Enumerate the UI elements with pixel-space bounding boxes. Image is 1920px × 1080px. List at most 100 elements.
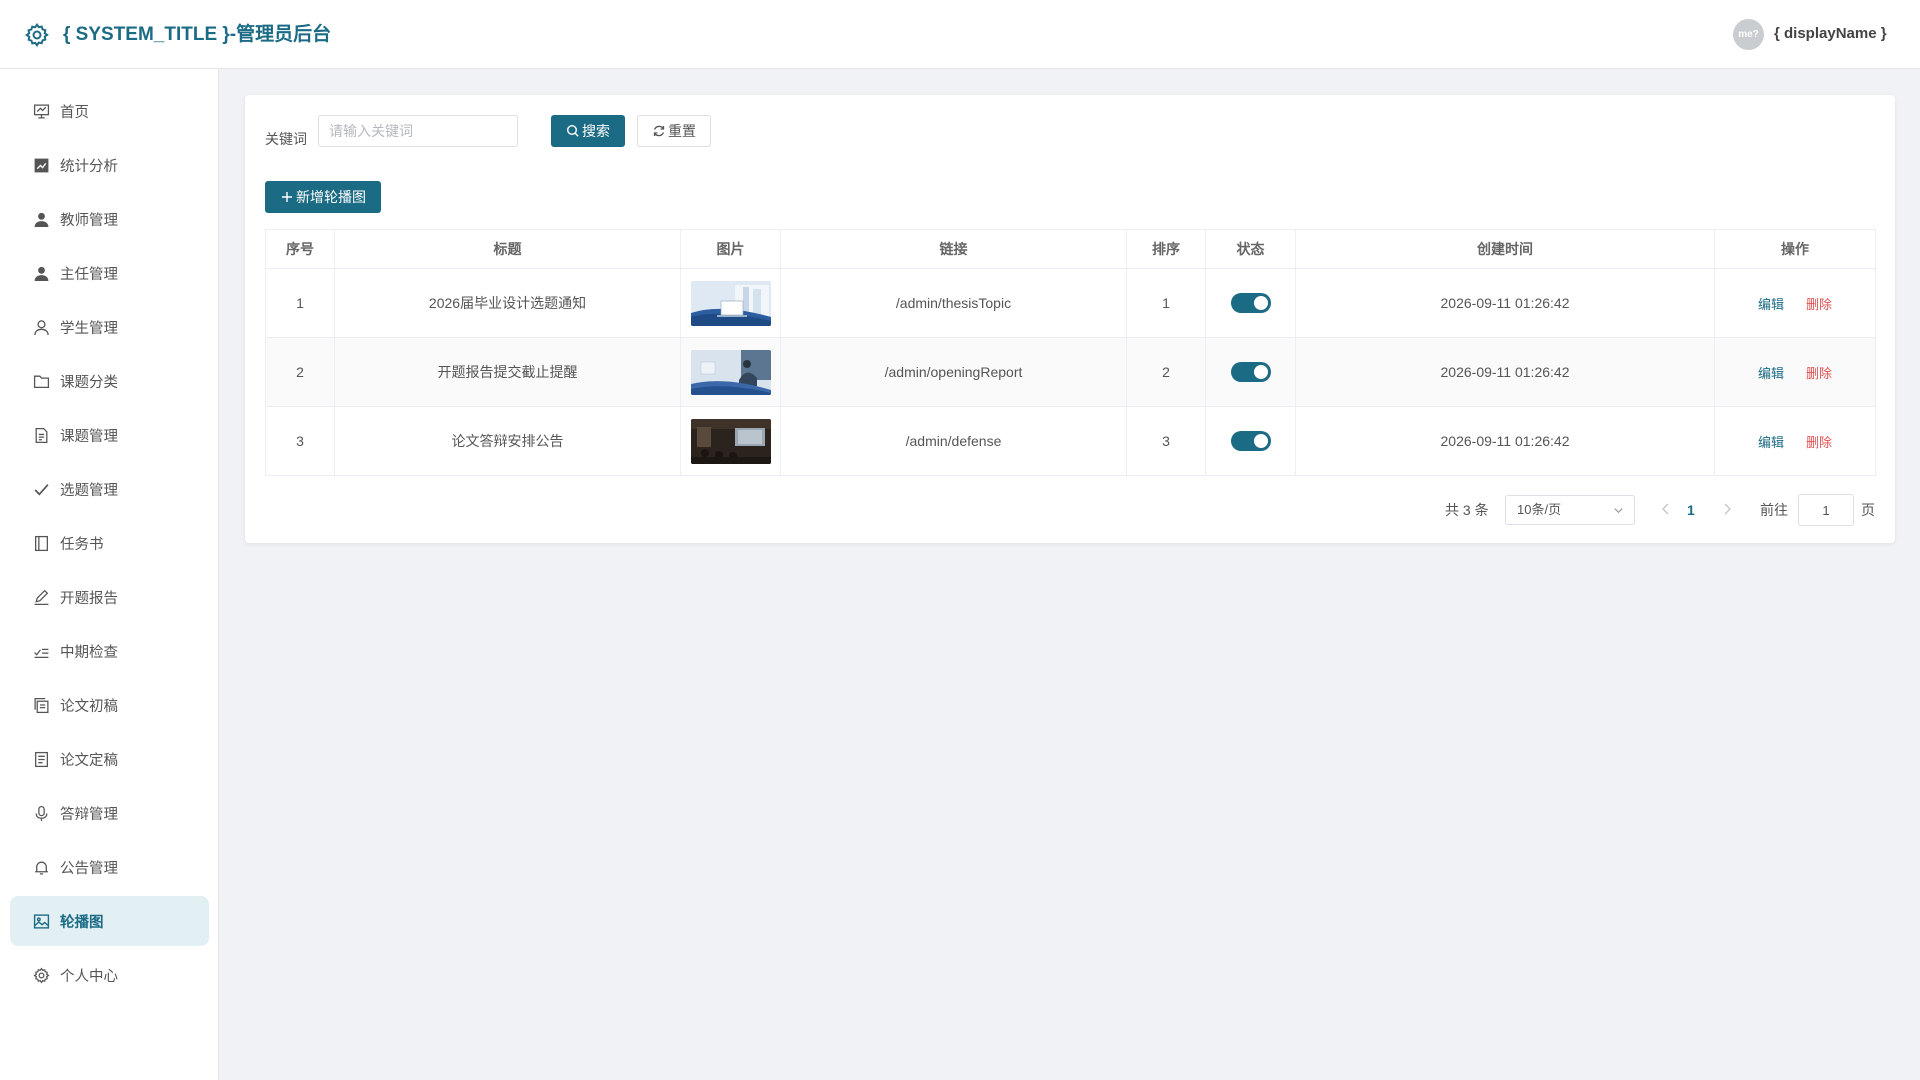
column-header: 链接 (780, 229, 1127, 269)
cell-title: 开题报告提交截止提醒 (334, 337, 681, 407)
sidebar-item-label: 轮播图 (60, 914, 104, 931)
cell-index: 2 (265, 337, 335, 407)
delete-link[interactable]: 删除 (1806, 366, 1832, 381)
top-header: { SYSTEM_TITLE }-管理员后台 me? { displayName… (0, 0, 1920, 69)
sidebar: 首页 统计分析 教师管理 主任管理 学生管理 课题分类 课题管理 选题管理 任务… (0, 69, 219, 1080)
setting-icon (33, 966, 50, 984)
cell-index: 3 (265, 406, 335, 476)
table-header-row: 序号 标题 图片 链接 排序 状态 创建时间 操作 (265, 229, 1876, 269)
sidebar-item-label: 开题报告 (60, 590, 118, 607)
document-icon (35, 427, 48, 443)
cell-link: /admin/openingReport (780, 337, 1127, 407)
user-icon (34, 212, 49, 227)
sidebar-item-label: 任务书 (60, 536, 104, 553)
cell-status (1205, 268, 1296, 338)
edit-link[interactable]: 编辑 (1758, 435, 1784, 450)
column-header: 标题 (334, 229, 681, 269)
avatar[interactable]: me? (1733, 19, 1764, 50)
cell-status (1205, 406, 1296, 476)
status-toggle[interactable] (1230, 293, 1271, 313)
edit-link[interactable]: 编辑 (1758, 366, 1784, 381)
sidebar-item-label: 主任管理 (60, 266, 118, 283)
bell-icon (35, 861, 48, 875)
dashboard-icon (33, 103, 50, 119)
edit-pen-icon (34, 589, 49, 605)
column-header: 序号 (265, 229, 335, 269)
microphone-icon (35, 805, 48, 821)
sidebar-item-label: 个人中心 (60, 968, 118, 985)
sidebar-item-home[interactable]: 首页 (10, 86, 209, 136)
column-header: 排序 (1126, 229, 1206, 269)
delete-link[interactable]: 删除 (1806, 435, 1832, 450)
toggle-knob (1253, 365, 1268, 379)
column-header: 状态 (1205, 229, 1296, 269)
office-laptop-thumbnail[interactable] (690, 280, 771, 326)
sidebar-item-carousel[interactable]: 轮播图 (10, 896, 209, 946)
column-header: 创建时间 (1295, 229, 1715, 269)
cell-sort: 3 (1126, 406, 1206, 476)
search-button[interactable]: 搜索 (551, 115, 625, 147)
cell-actions: 编辑 删除 (1714, 406, 1876, 476)
toggle-knob (1253, 296, 1268, 310)
chevron-right-icon[interactable] (1719, 500, 1735, 518)
search-icon (566, 124, 579, 137)
status-toggle[interactable] (1230, 431, 1271, 451)
cell-title: 2026届毕业设计选题通知 (334, 268, 681, 338)
gear-logo-icon (25, 23, 49, 48)
pagination-total: 共 3 条 (1445, 502, 1489, 518)
keyword-label: 关键词 (265, 131, 307, 147)
chart-icon (34, 158, 49, 172)
sidebar-item-profile[interactable]: 个人中心 (10, 950, 209, 1000)
sidebar-item-label: 课题管理 (60, 428, 118, 445)
sidebar-item-label: 中期检查 (60, 644, 118, 661)
app-title: { SYSTEM_TITLE }-管理员后台 (63, 24, 332, 45)
sidebar-item-midterm-check[interactable]: 中期检查 (10, 626, 209, 676)
cell-sort: 2 (1126, 337, 1206, 407)
status-toggle[interactable] (1230, 362, 1271, 382)
sidebar-item-teachers[interactable]: 教师管理 (10, 194, 209, 244)
add-carousel-button[interactable]: 新增轮播图 (265, 181, 381, 213)
cell-link: /admin/thesisTopic (780, 268, 1127, 338)
presentation-room-thumbnail[interactable] (690, 418, 771, 464)
sidebar-item-statistics[interactable]: 统计分析 (10, 140, 209, 190)
sidebar-item-topics[interactable]: 课题管理 (10, 410, 209, 460)
sidebar-item-task-book[interactable]: 任务书 (10, 518, 209, 568)
sidebar-item-label: 公告管理 (60, 860, 118, 877)
sidebar-item-label: 教师管理 (60, 212, 118, 229)
edit-link[interactable]: 编辑 (1758, 297, 1784, 312)
table-row: 3 论文答辩安排公告 /admin/defense 3 2026-09-11 0… (265, 406, 1876, 476)
goto-page-input[interactable] (1798, 494, 1854, 526)
notebook-icon (35, 535, 48, 551)
page-size-value: 10条/页 (1517, 502, 1562, 517)
page-size-select[interactable]: 10条/页 (1505, 495, 1635, 525)
cell-image (680, 268, 781, 338)
plus-icon (282, 192, 292, 202)
sidebar-item-selection[interactable]: 选题管理 (10, 464, 209, 514)
cell-image (680, 406, 781, 476)
cell-created: 2026-09-11 01:26:42 (1295, 406, 1715, 476)
reset-button-label: 重置 (668, 123, 696, 139)
check-icon (34, 483, 49, 496)
column-header: 图片 (680, 229, 781, 269)
carousel-table: 序号 标题 图片 链接 排序 状态 创建时间 操作 1 2026届毕业设计选题通… (265, 229, 1876, 476)
sidebar-item-topic-categories[interactable]: 课题分类 (10, 356, 209, 406)
sidebar-item-final[interactable]: 论文定稿 (10, 734, 209, 784)
display-name[interactable]: { displayName } (1774, 25, 1887, 42)
reset-button[interactable]: 重置 (637, 115, 711, 147)
keyword-input[interactable] (318, 115, 518, 147)
sidebar-item-label: 论文定稿 (60, 752, 118, 769)
page-number[interactable]: 1 (1687, 496, 1695, 524)
delete-link[interactable]: 删除 (1806, 297, 1832, 312)
sidebar-item-label: 选题管理 (60, 482, 118, 499)
sidebar-item-draft[interactable]: 论文初稿 (10, 680, 209, 730)
content-card: 关键词 搜索 重置 新增轮播图 序号 标题 图片 链接 排序 状态 创建时间 操… (245, 95, 1895, 543)
sidebar-item-announcements[interactable]: 公告管理 (10, 842, 209, 892)
chevron-left-icon[interactable] (1658, 500, 1674, 518)
sidebar-item-directors[interactable]: 主任管理 (10, 248, 209, 298)
cell-index: 1 (265, 268, 335, 338)
sidebar-item-students[interactable]: 学生管理 (10, 302, 209, 352)
sidebar-item-opening-report[interactable]: 开题报告 (10, 572, 209, 622)
sidebar-item-label: 学生管理 (60, 320, 118, 337)
person-at-desk-thumbnail[interactable] (690, 349, 771, 395)
sidebar-item-defense[interactable]: 答辩管理 (10, 788, 209, 838)
